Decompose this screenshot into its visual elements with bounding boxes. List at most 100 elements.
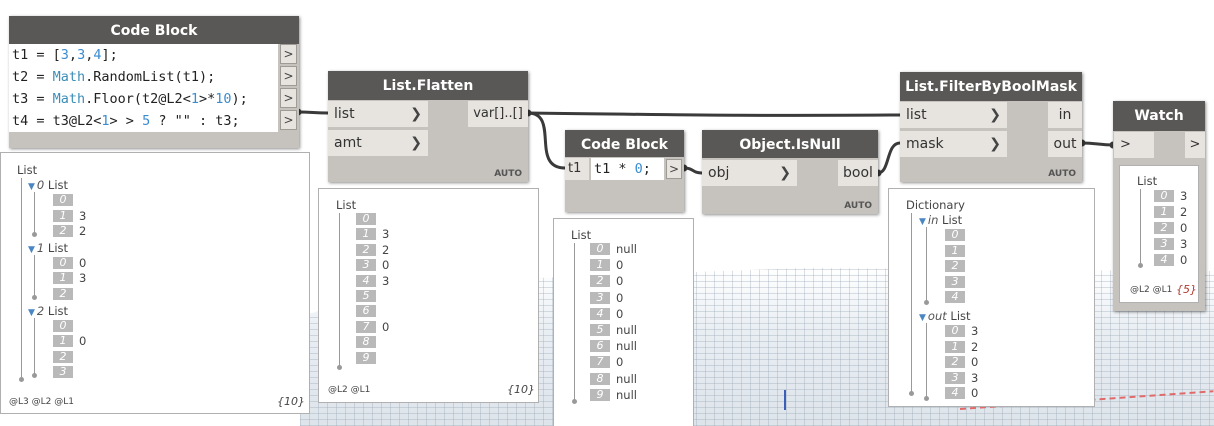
watch-input-port[interactable]: >	[1114, 132, 1154, 158]
list-item: 12	[945, 340, 978, 354]
item-index: 2	[945, 260, 965, 273]
input-port-t1[interactable]: t1	[565, 158, 589, 180]
output-port-arrow[interactable]: >	[280, 110, 297, 130]
list-item: 03	[1154, 189, 1187, 203]
item-index: 0	[945, 229, 965, 241]
list-item: 43	[356, 274, 389, 288]
port-label: amt	[334, 135, 362, 151]
watch-output-port[interactable]: >	[1185, 132, 1205, 158]
level-indicator: @L3 @L2 @L1	[9, 397, 74, 407]
port-arrow-icon: ❯	[989, 136, 1001, 152]
code-editor[interactable]: t1 = [3,3,4]; t2 = Math.RandomList(t1); t3…	[9, 44, 278, 132]
item-value: null	[616, 323, 637, 337]
item-index: 1	[53, 272, 73, 285]
tree-line-end	[572, 399, 577, 404]
dictionary-key-header: ▼ out List	[919, 309, 971, 323]
tree-line-end	[19, 377, 24, 382]
code-token: > >	[109, 113, 143, 129]
code-token: 1	[101, 113, 110, 129]
tree-line-end	[924, 396, 929, 401]
tree-line	[911, 213, 912, 393]
expand-triangle-icon: ▼	[28, 182, 35, 192]
item-value: 0	[79, 334, 87, 349]
output-port-var[interactable]: var[]..[]	[468, 101, 528, 127]
list-item: 30	[356, 258, 389, 272]
input-port-amt[interactable]: amt ❯	[328, 130, 428, 156]
item-index: 2	[945, 356, 965, 369]
item-index: 8	[356, 336, 376, 349]
item-value: null	[616, 242, 637, 256]
code-token: 10	[215, 91, 232, 107]
output-port-bool[interactable]: bool	[838, 160, 878, 186]
output-port-arrow[interactable]: >	[280, 44, 297, 64]
item-value: null	[616, 339, 637, 354]
list-root-label: List	[1137, 174, 1158, 188]
list-item: 3	[945, 275, 971, 289]
list-group-header: ▼ 2 List	[28, 304, 68, 318]
item-index: 1	[1154, 206, 1174, 218]
item-index: 1	[945, 244, 965, 257]
expand-triangle-icon: ▼	[919, 313, 926, 323]
list-item: 9 null	[590, 388, 637, 402]
item-index: 2	[53, 350, 73, 363]
group-label: List	[44, 303, 69, 318]
code-line[interactable]: t1 = [3,3,4];	[9, 44, 278, 66]
output-port-arrow[interactable]: >	[280, 88, 297, 108]
code-line[interactable]: t3 = Math.Floor(t2@L2<1>*10);	[9, 88, 278, 110]
list-item: 13	[356, 227, 389, 241]
list-root-label: List	[336, 198, 357, 212]
wire-flatten-to-filter	[527, 111, 901, 117]
watch-node[interactable]: Watch > > List 0 3 1 2 2 0 3 3 4 0 @L2 @L1 {5}	[1113, 101, 1205, 311]
code-line[interactable]: t1 * 0;	[591, 158, 664, 180]
list-item: 40	[590, 307, 623, 321]
input-port-list[interactable]: list ❯	[900, 102, 1007, 128]
input-port-obj[interactable]: obj ❯	[702, 160, 797, 186]
code-token: ;	[642, 161, 651, 177]
output-port-in[interactable]: in	[1048, 102, 1082, 128]
tree-line	[926, 227, 927, 302]
item-index: 5	[356, 290, 376, 302]
code-editor[interactable]: t1 * 0;	[591, 158, 664, 180]
tree-line	[339, 213, 340, 367]
list-item: 20	[945, 355, 978, 369]
code-block-node-2[interactable]: Code Block t1 t1 * 0; >	[565, 130, 684, 212]
code-line[interactable]: t4 = t3@L2<1> > 5 ? "" : t3;	[9, 110, 278, 132]
item-value: 0	[971, 386, 979, 401]
code-line[interactable]: t2 = Math.RandomList(t1);	[9, 66, 278, 88]
filter-by-bool-mask-node[interactable]: List.FilterByBoolMask list ❯ mask ❯ in o…	[900, 72, 1082, 182]
code-token: 3	[60, 47, 69, 63]
input-port-list[interactable]: list ❯	[328, 101, 428, 127]
preview-list-flatten: List 0 1 3 2 2 3 0 4 3 5 6 7 0 8 9 @L2 @L1 {10}	[318, 188, 539, 403]
code-token: t1 *	[594, 161, 635, 177]
output-port-arrow[interactable]: >	[280, 66, 297, 86]
list-item: 22	[53, 224, 86, 238]
expand-triangle-icon: ▼	[28, 307, 35, 318]
preview-filter-by-bool-mask: Dictionary ▼ in List 0 1 2 3 4 ▼ out List 0 3 1 2 2 0 3 3…	[888, 188, 1095, 407]
item-index: 7	[356, 320, 376, 333]
item-index: 2	[356, 243, 376, 256]
input-port-mask[interactable]: mask ❯	[900, 131, 1007, 157]
item-index: 1	[356, 228, 376, 241]
output-port-out[interactable]: out	[1048, 131, 1082, 157]
object-isnull-node[interactable]: Object.IsNull obj ❯ bool AUTO	[702, 130, 878, 214]
list-item: 30	[590, 291, 623, 305]
port-label: obj	[708, 165, 730, 181]
item-index: 2	[1154, 222, 1174, 234]
dictionary-key-header: ▼ in List	[919, 213, 962, 227]
item-index: 3	[53, 366, 73, 379]
item-value: 3	[382, 273, 390, 288]
code-output-port[interactable]: >	[666, 159, 682, 179]
list-flatten-node[interactable]: List.Flatten list ❯ amt ❯ var[]..[] AUTO	[328, 71, 528, 182]
tree-line-end	[32, 294, 37, 300]
list-item: 9	[356, 351, 382, 365]
code-block-node[interactable]: Code Block t1 = [3,3,4]; t2 = Math.Random…	[9, 16, 299, 148]
tree-line-end	[1138, 263, 1143, 268]
item-value: 0	[971, 355, 979, 370]
tree-line	[34, 254, 35, 297]
node-title: List.FilterByBoolMask	[900, 72, 1082, 101]
item-value: 0	[616, 306, 624, 321]
item-value: 3	[971, 370, 979, 385]
list-item: 4	[945, 290, 971, 304]
item-index: 3	[945, 275, 965, 288]
item-value: 3	[382, 227, 390, 242]
